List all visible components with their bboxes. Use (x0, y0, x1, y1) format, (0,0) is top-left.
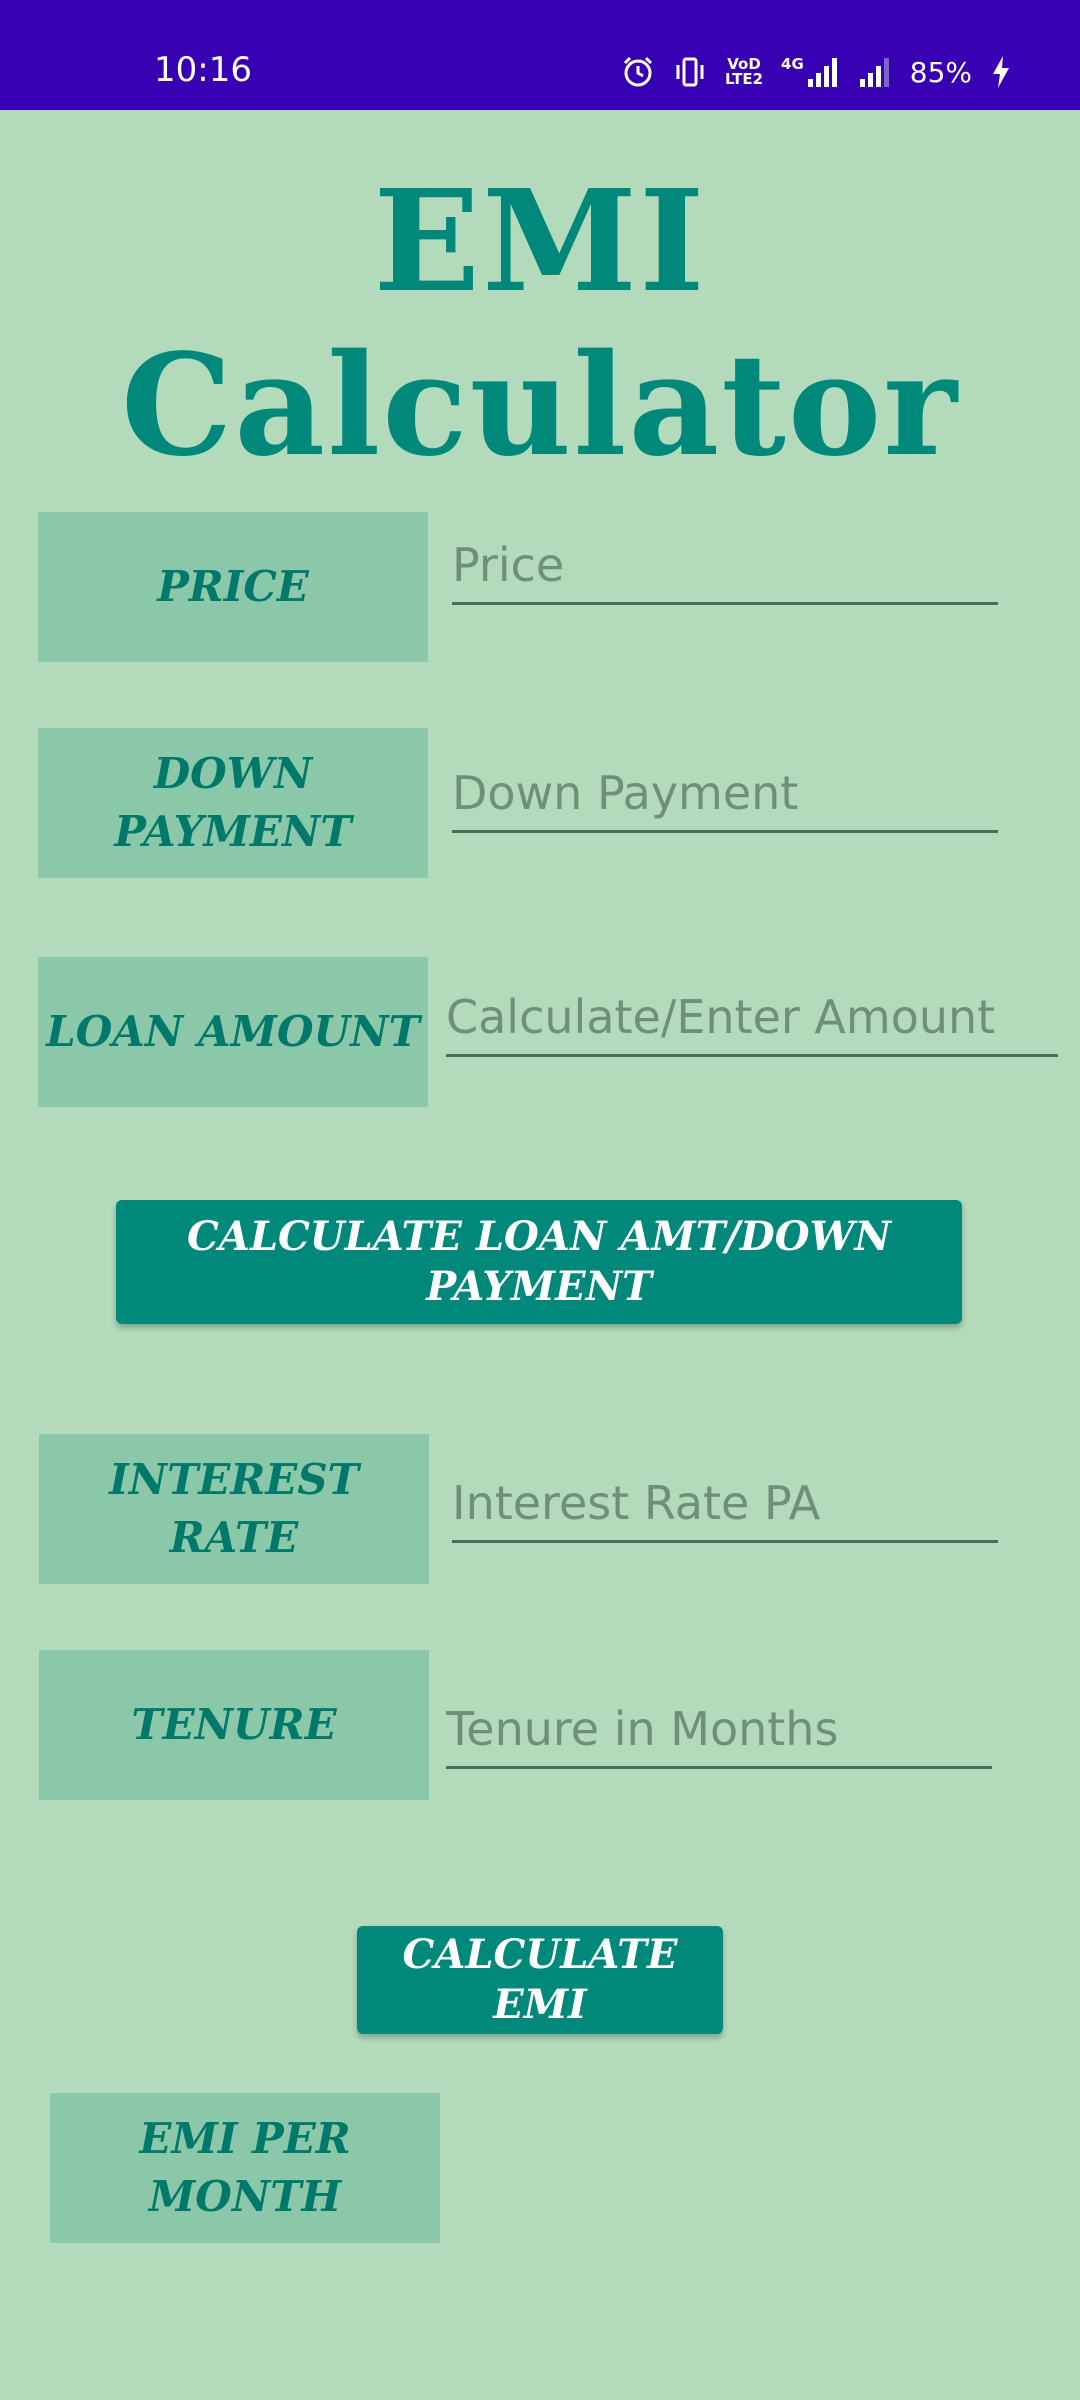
tenure-label: TENURE (39, 1650, 429, 1800)
signal-4g-icon: 4G (781, 55, 840, 89)
down-payment-label: DOWN PAYMENT (38, 728, 428, 878)
price-label: PRICE (38, 512, 428, 662)
interest-rate-label: INTEREST RATE (39, 1434, 429, 1584)
emi-per-month-label: EMI PER MONTH (50, 2093, 440, 2243)
loan-amount-label: LOAN AMOUNT (38, 957, 428, 1107)
volte-icon: VoD LTE2 (725, 55, 764, 88)
app-title: EMI Calculator (120, 160, 960, 488)
calculate-loan-button[interactable]: CALCULATE LOAN AMT/DOWN PAYMENT (116, 1200, 962, 1324)
signal-icon (858, 55, 892, 89)
loan-amount-input[interactable] (446, 988, 1058, 1057)
status-icons: VoD LTE2 4G 85% (621, 50, 1012, 94)
calculate-emi-button[interactable]: CALCULATE EMI (357, 1926, 723, 2034)
price-input[interactable] (452, 536, 998, 605)
network-label: 4G (781, 55, 804, 73)
interest-rate-input[interactable] (452, 1474, 998, 1543)
status-bar: 10:16 VoD LTE2 4G 85% (0, 0, 1080, 110)
battery-level: 85% (909, 55, 972, 89)
battery-charging-icon (990, 55, 1012, 89)
tenure-input[interactable] (446, 1700, 992, 1769)
vibrate-icon (673, 55, 707, 89)
down-payment-input[interactable] (452, 764, 998, 833)
alarm-icon (621, 55, 655, 89)
status-time: 10:16 (154, 50, 252, 90)
